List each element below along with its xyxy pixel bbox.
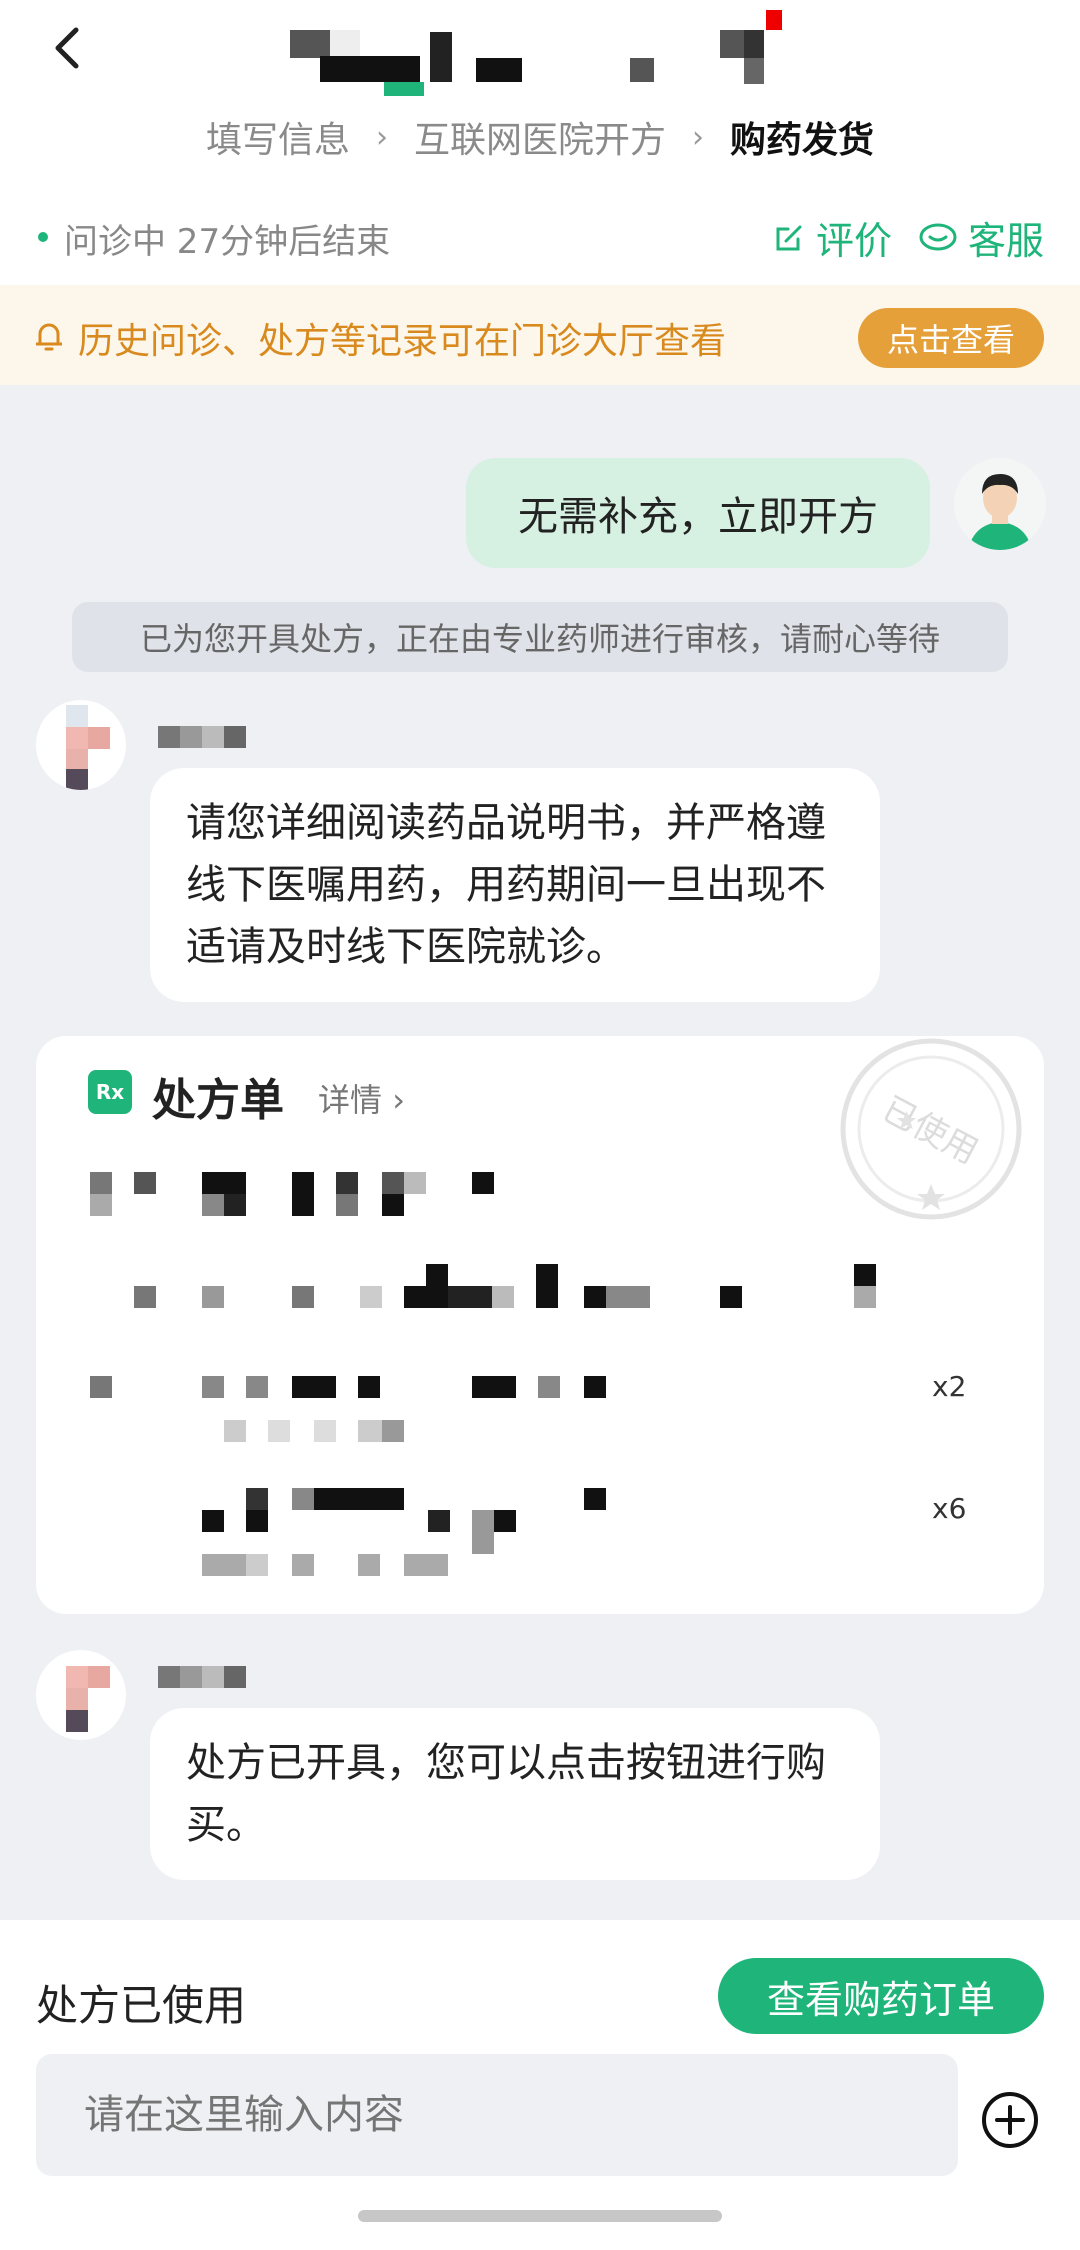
view-records-button[interactable]: 点击查看 bbox=[858, 308, 1044, 368]
step-purchase: 购药发货 bbox=[730, 120, 875, 161]
plus-circle-icon bbox=[982, 2092, 1038, 2148]
prescription-rx-icon: Rx bbox=[88, 1070, 132, 1114]
chevron-right-icon: › bbox=[382, 1081, 405, 1119]
doctor-message-bubble: 处方已开具，您可以点击按钮进行购买。 bbox=[150, 1708, 880, 1880]
customer-service-button[interactable]: 客服 bbox=[918, 210, 1044, 265]
doctor-message-bubble: 请您详细阅读药品说明书，并严格遵线下医嘱用药，用药期间一旦出现不适请及时线下医院… bbox=[150, 768, 880, 1002]
system-message: 已为您开具处方，正在由专业药师进行审核，请耐心等待 bbox=[72, 602, 1008, 672]
chevron-right-icon: › bbox=[692, 119, 704, 155]
back-button[interactable] bbox=[38, 18, 98, 78]
prescription-title: 处方单 bbox=[152, 1075, 284, 1126]
user-avatar-icon bbox=[954, 458, 1046, 550]
bell-icon bbox=[36, 323, 62, 351]
doctor-name-pixelated bbox=[158, 1666, 248, 1688]
step-prescribe: 互联网医院开方 bbox=[413, 120, 666, 161]
doctor-name-pixelated bbox=[158, 726, 248, 748]
review-label: 评价 bbox=[816, 219, 893, 263]
user-avatar bbox=[954, 458, 1046, 550]
prescription-status-label: 处方已使用 bbox=[36, 1981, 247, 2030]
chat-service-icon bbox=[919, 223, 957, 250]
user-message-bubble: 无需补充，立即开方 bbox=[466, 458, 930, 568]
stamp-text: 已使用 bbox=[876, 1089, 985, 1172]
progress-steps: 填写信息 › 互联网医院开方 › 购药发货 bbox=[0, 112, 1080, 162]
add-attachment-button[interactable] bbox=[980, 2090, 1040, 2150]
chevron-right-icon: › bbox=[375, 119, 388, 155]
notice-text: 历史问诊、处方等记录可在门诊大厅查看 bbox=[78, 321, 727, 362]
detail-label: 详情 bbox=[318, 1081, 383, 1119]
used-stamp-icon: 已使用 bbox=[840, 1038, 1022, 1220]
pixelated-title bbox=[290, 8, 790, 96]
service-label: 客服 bbox=[968, 219, 1045, 263]
status-dot-icon bbox=[38, 232, 48, 242]
view-order-button[interactable]: 查看购药订单 bbox=[718, 1958, 1044, 2034]
doctor-avatar bbox=[36, 1650, 126, 1740]
doctor-avatar bbox=[36, 700, 126, 790]
review-button[interactable]: 评价 bbox=[772, 210, 892, 265]
step-fill-info: 填写信息 bbox=[205, 120, 350, 161]
message-input[interactable] bbox=[36, 2054, 958, 2176]
chevron-left-icon bbox=[55, 27, 79, 69]
prescription-detail-link[interactable]: 详情 › bbox=[318, 1075, 405, 1121]
consultation-timer: 问诊中 27分钟后结束 bbox=[64, 222, 391, 262]
edit-icon bbox=[776, 225, 802, 250]
home-indicator bbox=[358, 2210, 722, 2222]
